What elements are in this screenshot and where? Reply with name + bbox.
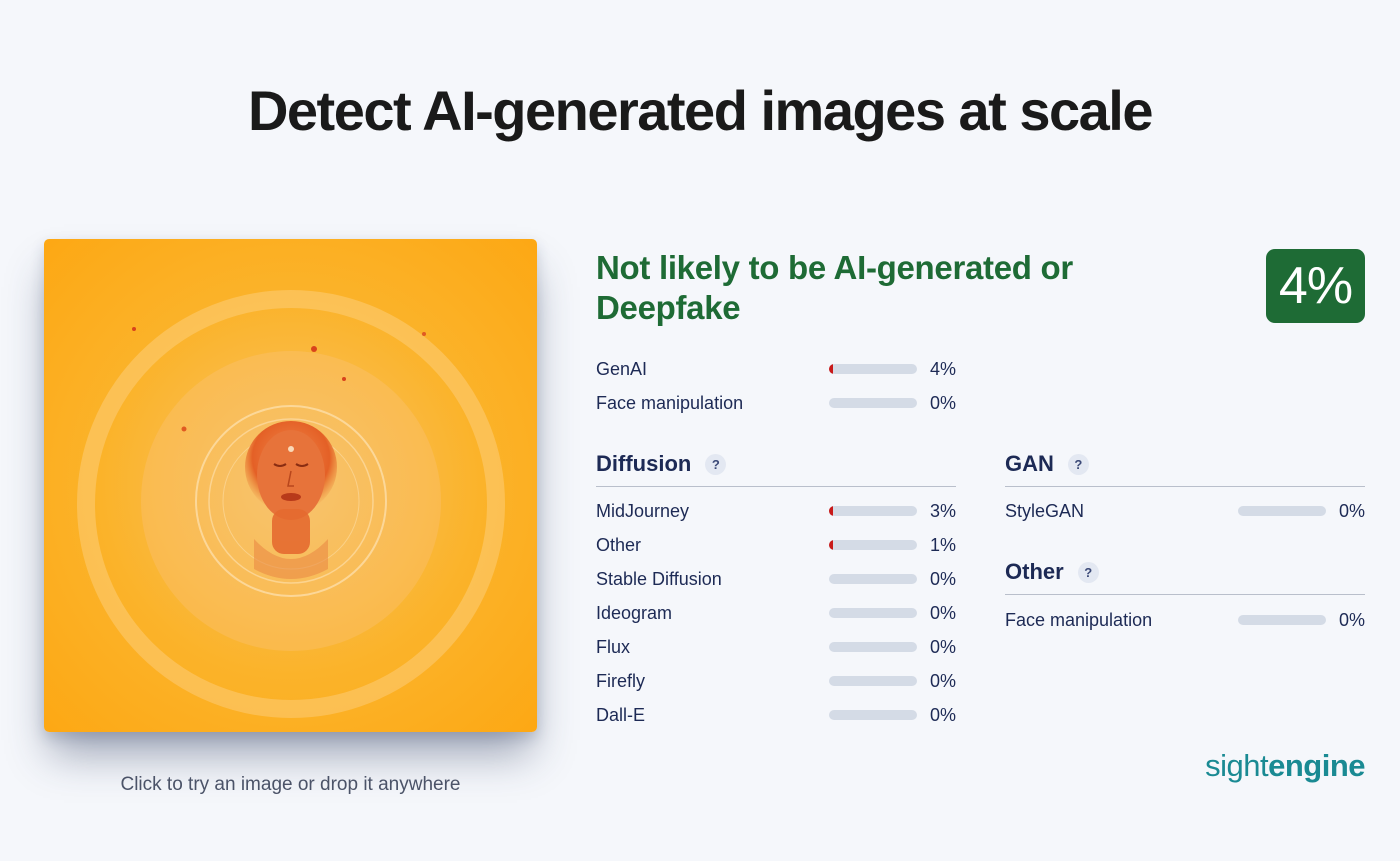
- diffusion-row-flux: Flux 0%: [596, 635, 956, 659]
- section-title-diffusion: Diffusion ?: [596, 449, 727, 479]
- sightengine-logo[interactable]: sightengine: [1180, 748, 1365, 784]
- help-icon[interactable]: ?: [1077, 561, 1099, 583]
- section-title-other: Other ?: [1005, 557, 1099, 587]
- diffusion-row-firefly: Firefly 0%: [596, 669, 956, 693]
- diffusion-row-dall-e: Dall-E 0%: [596, 703, 956, 727]
- score-bar-fill: [829, 540, 833, 550]
- row-value: 0%: [1338, 610, 1365, 630]
- row-label: Ideogram: [596, 603, 673, 623]
- other-row-face-manipulation: Face manipulation 0%: [1005, 608, 1365, 632]
- row-label: Firefly: [596, 671, 645, 691]
- help-icon[interactable]: ?: [1067, 453, 1089, 475]
- diffusion-row-midjourney: MidJourney 3%: [596, 499, 956, 523]
- row-label: Dall-E: [596, 705, 646, 725]
- row-label: Stable Diffusion: [596, 569, 722, 589]
- row-value: 3%: [929, 501, 956, 521]
- row-value: 1%: [929, 535, 956, 555]
- row-label: Other: [596, 535, 642, 555]
- score-bar-fill: [829, 506, 833, 516]
- row-value: 0%: [929, 603, 956, 623]
- row-value: 0%: [929, 393, 956, 413]
- sample-image-artwork: [44, 239, 537, 732]
- score-bar: [829, 540, 917, 550]
- summary-row-genai: GenAI 4%: [596, 357, 956, 381]
- diffusion-row-ideogram: Ideogram 0%: [596, 601, 956, 625]
- score-bar: [829, 642, 917, 652]
- row-value: 0%: [929, 569, 956, 589]
- score-badge: 4%: [1266, 249, 1365, 323]
- score-bar: [1238, 615, 1326, 625]
- row-value: 0%: [929, 637, 956, 657]
- section-title-text: GAN: [1005, 451, 1054, 476]
- sample-image[interactable]: [44, 239, 537, 732]
- section-divider: [1005, 594, 1365, 595]
- row-label: GenAI: [596, 359, 648, 379]
- row-value: 0%: [1338, 501, 1365, 521]
- section-divider: [596, 486, 956, 487]
- page-headline: Detect AI-generated images at scale: [247, 79, 1154, 142]
- diffusion-row-stable-diffusion: Stable Diffusion 0%: [596, 567, 956, 591]
- row-value: 0%: [929, 671, 956, 691]
- summary-row-face-manipulation: Face manipulation 0%: [596, 391, 956, 415]
- score-bar: [829, 364, 917, 374]
- row-value: 4%: [929, 359, 956, 379]
- score-bar: [829, 398, 917, 408]
- score-bar: [829, 574, 917, 584]
- score-bar: [829, 710, 917, 720]
- verdict-text: Not likely to be AI-generated or Deepfak…: [596, 249, 1073, 326]
- row-label: MidJourney: [596, 501, 690, 521]
- gan-row-stylegan: StyleGAN 0%: [1005, 499, 1365, 523]
- row-label: Face manipulation: [1005, 610, 1153, 630]
- section-title-gan: GAN ?: [1005, 449, 1089, 479]
- row-value: 0%: [929, 705, 956, 725]
- score-bar-fill: [829, 364, 833, 374]
- score-bar: [1238, 506, 1326, 516]
- help-icon[interactable]: ?: [705, 453, 727, 475]
- section-title-text: Other: [1005, 559, 1064, 584]
- score-bar: [829, 506, 917, 516]
- row-label: StyleGAN: [1005, 501, 1085, 521]
- section-divider: [1005, 486, 1365, 487]
- row-label: Face manipulation: [596, 393, 744, 413]
- section-title-text: Diffusion: [596, 451, 692, 476]
- brand-part-2: engine: [1268, 748, 1365, 783]
- diffusion-row-other: Other 1%: [596, 533, 956, 557]
- score-bar: [829, 608, 917, 618]
- row-label: Flux: [596, 637, 631, 657]
- brand-part-1: sight: [1205, 748, 1269, 783]
- upload-hint: Click to try an image or drop it anywher…: [120, 774, 461, 795]
- score-bar: [829, 676, 917, 686]
